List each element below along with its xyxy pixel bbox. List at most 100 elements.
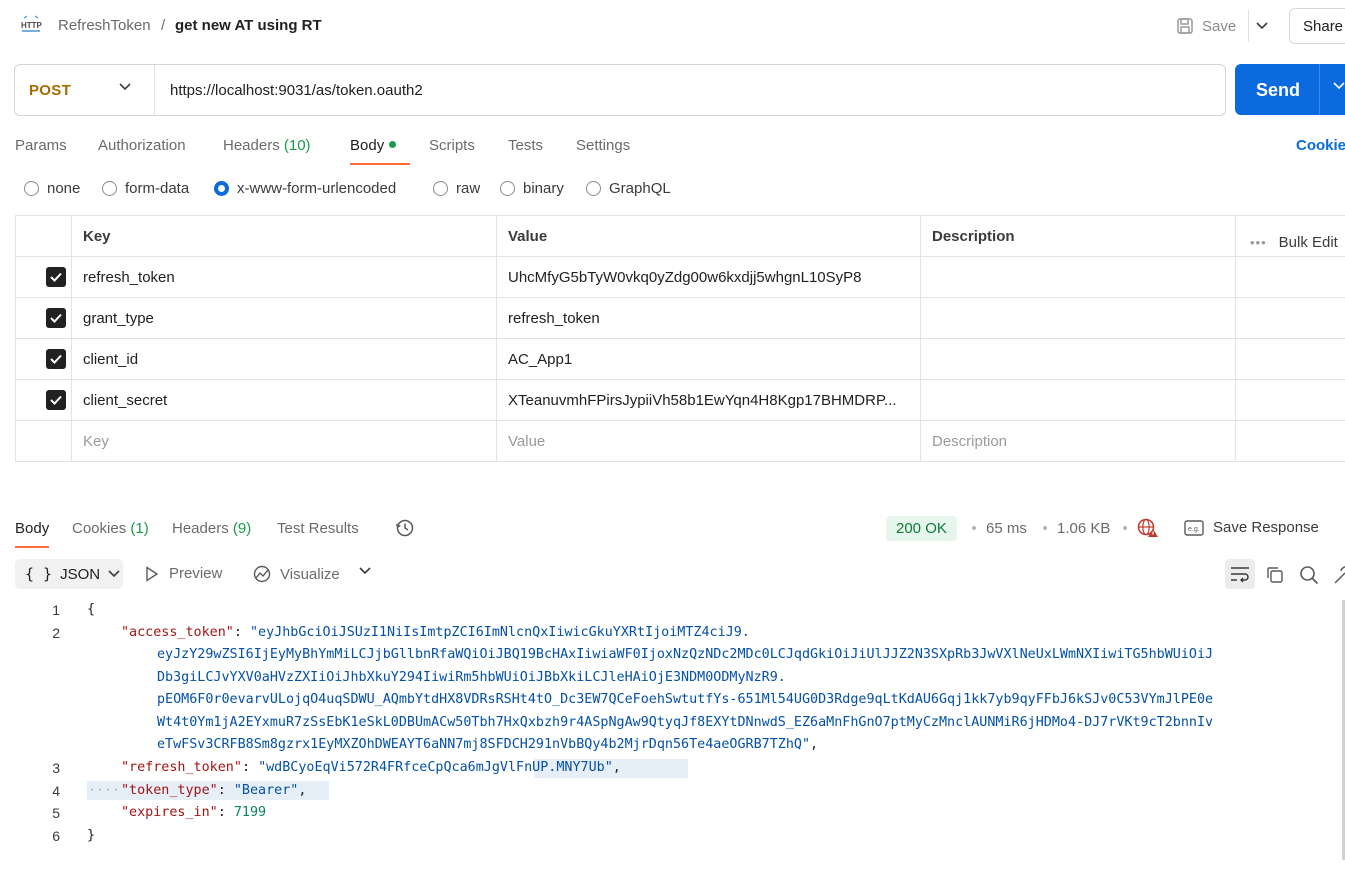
check-icon	[50, 272, 62, 282]
row-checkbox[interactable]	[46, 267, 66, 287]
new-key-input[interactable]: Key	[71, 421, 497, 462]
row-checkbox[interactable]	[46, 349, 66, 369]
param-key[interactable]: grant_type	[71, 298, 497, 339]
param-value[interactable]: UhcMfyG5bTyW0vkq0yZdg00w6kxdjj5whgnL10Sy…	[496, 257, 921, 298]
radio-binary[interactable]: binary	[500, 180, 564, 197]
check-icon	[50, 313, 62, 323]
breadcrumb-collection[interactable]: RefreshToken	[58, 17, 151, 34]
line-number: 5	[52, 805, 60, 821]
param-value[interactable]: XTeanuvmhFPirsJypiiVh58b1EwYqn4H8Kgp17BH…	[496, 380, 921, 421]
param-description[interactable]	[920, 257, 1236, 298]
send-button[interactable]: Send	[1235, 64, 1345, 115]
param-extra	[1235, 298, 1345, 339]
svg-text:e.g.: e.g.	[1188, 526, 1200, 533]
json-string-end: eTwFSv3CRFB8Sm8gzrx1EyMXZOhDWEAYT6aNN7mj…	[157, 737, 819, 752]
save-button[interactable]: Save	[1170, 17, 1242, 35]
separator-dot	[972, 526, 976, 530]
tab-label: Headers	[172, 520, 229, 537]
format-label: JSON	[60, 565, 101, 583]
json-key: "access_token"	[121, 625, 234, 640]
check-icon	[50, 354, 62, 364]
table-row: refresh_token UhcMfyG5bTyW0vkq0yZdg00w6k…	[15, 257, 1345, 298]
tab-settings[interactable]: Settings	[576, 137, 630, 154]
tab-label: Settings	[576, 137, 631, 154]
chevron-down-icon[interactable]	[359, 567, 371, 575]
preview-button[interactable]: Preview	[145, 565, 222, 582]
chevron-down-icon[interactable]	[1333, 82, 1345, 90]
svg-text:HTTP: HTTP	[21, 21, 42, 30]
radio-raw[interactable]: raw	[433, 180, 480, 197]
tab-authorization[interactable]: Authorization	[98, 137, 186, 154]
tab-body[interactable]: Body	[350, 137, 411, 165]
more-options-icon[interactable]: •••	[1250, 235, 1267, 250]
tab-scripts[interactable]: Scripts	[429, 137, 475, 154]
radio-none[interactable]: none	[24, 180, 80, 197]
radio-label: form-data	[125, 180, 190, 197]
bulk-edit-label: Bulk Edit	[1278, 234, 1338, 251]
param-key[interactable]: client_id	[71, 339, 497, 380]
radio-form-data[interactable]: form-data	[102, 180, 189, 197]
param-key[interactable]: refresh_token	[71, 257, 497, 298]
json-string-continuation: Wt4t0Ym1jA2EYxmuR7zSsEbK1eSkL0DBUmACw50T…	[157, 715, 1214, 730]
response-time[interactable]: 65 ms	[986, 520, 1027, 537]
bulk-edit-button[interactable]: ••• Bulk Edit	[1235, 216, 1345, 257]
method-select[interactable]: POST	[15, 65, 155, 115]
new-value-input[interactable]: Value	[496, 421, 921, 462]
param-description[interactable]	[920, 298, 1236, 339]
json-string-continuation: Db3giLCJvYXV0aHVzZXIiOiJhbXkuY294IiwiRm5…	[157, 670, 786, 685]
radio-circle-selected	[214, 181, 229, 196]
row-checkbox[interactable]	[46, 390, 66, 410]
param-extra	[1235, 339, 1345, 380]
headers-count: (9)	[232, 520, 252, 537]
tab-params[interactable]: Params	[15, 137, 67, 154]
save-group: Save	[1170, 10, 1274, 42]
param-value[interactable]: AC_App1	[496, 339, 921, 380]
visualize-button[interactable]: Visualize	[252, 565, 340, 583]
network-globe-icon[interactable]	[1137, 518, 1159, 538]
separator-dot	[1123, 526, 1127, 530]
url-input[interactable]: https://localhost:9031/as/token.oauth2	[170, 82, 423, 99]
response-tab-body[interactable]: Body	[15, 520, 50, 548]
response-tab-cookies[interactable]: Cookies (1)	[72, 520, 149, 537]
radio-circle	[500, 181, 515, 196]
wrap-lines-button[interactable]	[1225, 559, 1255, 589]
json-close-brace: }	[87, 828, 96, 843]
separator-dot	[1043, 526, 1047, 530]
search-icon[interactable]	[1299, 565, 1319, 585]
share-button[interactable]: Share	[1289, 8, 1345, 44]
send-divider	[1319, 64, 1320, 115]
line-number: 3	[52, 760, 60, 776]
format-select[interactable]: { } JSON	[15, 559, 123, 589]
new-description-input[interactable]: Description	[920, 421, 1236, 462]
row-checkbox[interactable]	[46, 308, 66, 328]
radio-x-www-form-urlencoded[interactable]: x-www-form-urlencoded	[214, 180, 396, 197]
table-row: client_secret XTeanuvmhFPirsJypiiVh58b1E…	[15, 380, 1345, 421]
visualize-icon	[253, 565, 271, 583]
cookies-count: (1)	[130, 520, 149, 537]
response-body-editor[interactable]: 1 2 3 4 5 6 { "access_token": "eyJhbGciO…	[0, 600, 1345, 850]
save-options-button[interactable]	[1248, 10, 1274, 42]
response-tab-headers[interactable]: Headers (9)	[172, 520, 251, 537]
link-icon[interactable]	[1333, 565, 1345, 585]
send-label: Send	[1256, 80, 1301, 100]
copy-icon[interactable]	[1265, 565, 1285, 585]
radio-graphql[interactable]: GraphQL	[586, 180, 671, 197]
response-size[interactable]: 1.06 KB	[1057, 520, 1110, 537]
cookies-link[interactable]: Cookie	[1296, 137, 1345, 154]
json-string-continuation: eyJzY29wZSI6IjEyMyBhYmMiLCJjbGllbnRfaWQi…	[157, 647, 1214, 662]
request-title[interactable]: get new AT using RT	[175, 17, 322, 34]
param-value[interactable]: refresh_token	[496, 298, 921, 339]
table-header-row: Key Value Description ••• Bulk Edit	[15, 216, 1345, 257]
param-description[interactable]	[920, 339, 1236, 380]
radio-label: binary	[523, 180, 564, 197]
save-response-button[interactable]: e.g. Save Response	[1184, 519, 1319, 536]
response-tab-test-results[interactable]: Test Results	[277, 520, 359, 537]
param-key[interactable]: client_secret	[71, 380, 497, 421]
tab-tests[interactable]: Tests	[508, 137, 543, 154]
history-icon[interactable]	[395, 518, 415, 538]
status-badge[interactable]: 200 OK	[886, 516, 957, 541]
preview-label: Preview	[169, 565, 223, 582]
line-number: 2	[52, 625, 60, 641]
tab-headers[interactable]: Headers (10)	[223, 137, 311, 154]
param-description[interactable]	[920, 380, 1236, 421]
